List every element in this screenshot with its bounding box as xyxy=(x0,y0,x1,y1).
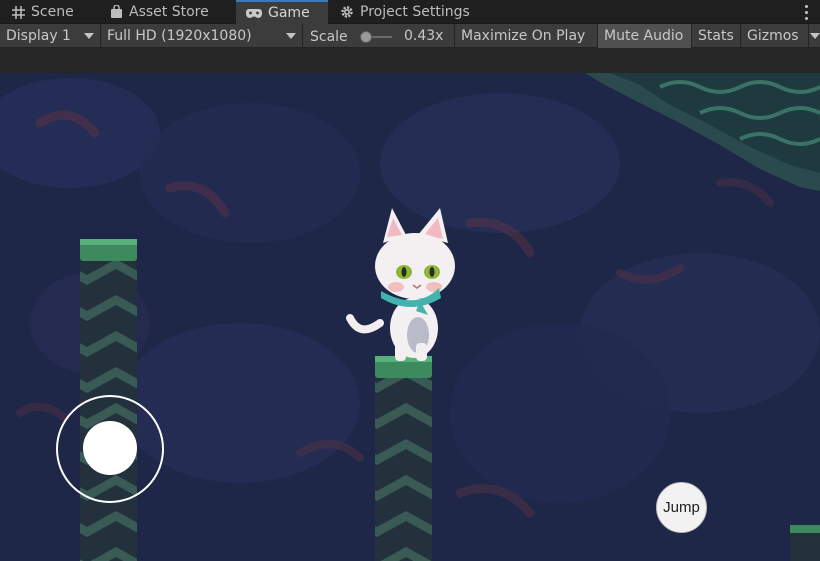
gear-icon xyxy=(340,5,354,19)
tab-project-settings[interactable]: Project Settings xyxy=(330,0,480,24)
scale-label: Scale xyxy=(310,29,348,45)
maximize-on-play-toggle[interactable]: Maximize On Play xyxy=(455,24,598,48)
shopping-bag-icon xyxy=(110,5,123,19)
jump-button[interactable]: Jump xyxy=(656,482,707,533)
display-dropdown[interactable]: Display 1 xyxy=(0,24,101,48)
tab-game[interactable]: Game xyxy=(236,0,328,24)
tab-game-label: Game xyxy=(268,5,310,21)
tab-scene[interactable]: Scene xyxy=(2,0,84,24)
tab-project-settings-label: Project Settings xyxy=(360,4,470,20)
editor-tab-bar: Scene Asset Store Game Project Settings xyxy=(0,0,820,24)
game-view-toolbar: Display 1 Full HD (1920x1080) Scale 0.43… xyxy=(0,24,820,48)
stats-label: Stats xyxy=(698,28,734,44)
chevron-down-icon xyxy=(286,33,296,39)
tab-scene-label: Scene xyxy=(31,4,74,20)
cat-character xyxy=(346,208,455,361)
game-view: Jump xyxy=(0,49,820,561)
right-ledge xyxy=(790,525,820,561)
chevron-down-icon xyxy=(810,33,820,39)
tab-asset-store-label: Asset Store xyxy=(129,4,209,20)
tab-asset-store[interactable]: Asset Store xyxy=(100,0,219,24)
game-viewport[interactable]: Jump xyxy=(0,73,820,561)
gizmos-dropdown[interactable] xyxy=(809,24,820,48)
gizmos-toggle[interactable]: Gizmos xyxy=(741,24,809,48)
jump-button-label: Jump xyxy=(663,499,700,516)
mute-audio-toggle[interactable]: Mute Audio xyxy=(598,24,692,48)
maximize-on-play-label: Maximize On Play xyxy=(461,28,586,44)
chevron-down-icon xyxy=(84,33,94,39)
gizmos-label: Gizmos xyxy=(747,28,799,44)
display-dropdown-label: Display 1 xyxy=(6,28,71,44)
grid-icon xyxy=(12,5,25,19)
cave-ceiling xyxy=(585,73,820,191)
virtual-joystick-knob[interactable] xyxy=(83,421,137,475)
gamepad-icon xyxy=(246,8,262,19)
resolution-dropdown[interactable]: Full HD (1920x1080) xyxy=(101,24,303,48)
more-options-icon[interactable] xyxy=(802,3,810,21)
center-pillar xyxy=(375,356,432,561)
resolution-dropdown-label: Full HD (1920x1080) xyxy=(107,28,252,44)
scale-slider-handle[interactable] xyxy=(360,31,372,43)
scale-value: 0.43x xyxy=(404,28,444,44)
stats-toggle[interactable]: Stats xyxy=(692,24,741,48)
mute-audio-label: Mute Audio xyxy=(604,28,684,44)
